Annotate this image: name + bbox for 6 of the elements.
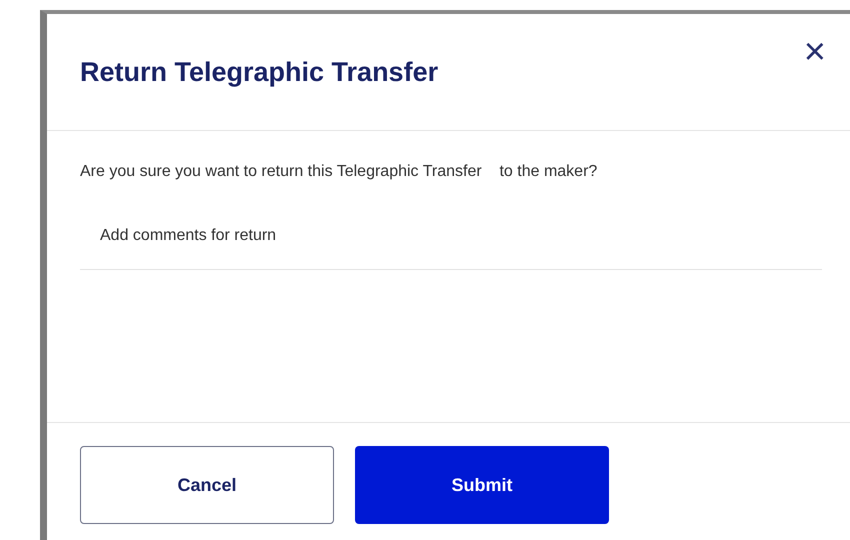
cancel-button[interactable]: Cancel: [80, 446, 334, 524]
comment-field[interactable]: Add comments for return: [80, 227, 822, 270]
dialog-title: Return Telegraphic Transfer: [80, 56, 438, 88]
close-button[interactable]: ×: [800, 33, 830, 71]
submit-button[interactable]: Submit: [355, 446, 609, 524]
confirmation-message: Are you sure you want to return this Telegraphic Transfer to the maker?: [80, 162, 598, 182]
